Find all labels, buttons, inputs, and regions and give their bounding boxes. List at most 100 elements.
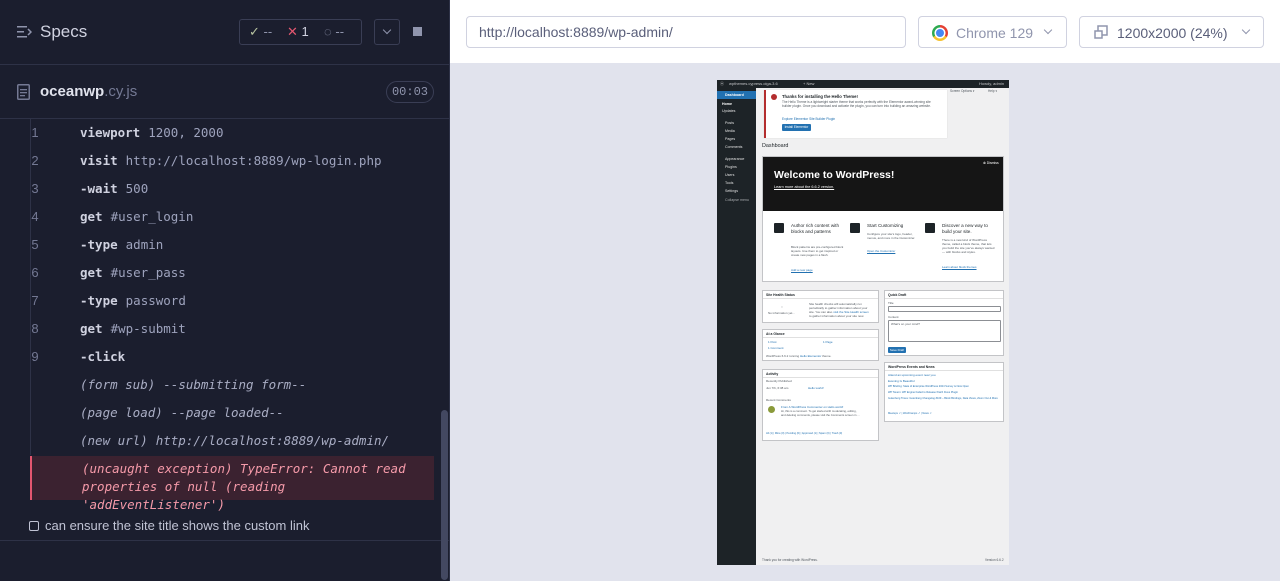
site-health-spinner-icon: ○ [781,305,783,309]
welcome-dismiss[interactable]: ⊗ Dismiss [983,161,999,165]
uncaught-exception-row[interactable]: (uncaught exception) TypeError: Cannot r… [30,456,434,512]
test-row[interactable]: can ensure the site title shows the cust… [0,510,449,541]
customize-icon [850,223,860,233]
wp-at-a-glance-box: At a Glance 1 Post 1 Page 1 Comment Word… [762,329,879,361]
chevron-down-icon [1241,25,1251,35]
command-row[interactable]: 8 get #wp-submit [16,315,434,343]
wp-howdy[interactable]: Howdy, admin [979,81,1004,86]
specs-header: Specs ✓ -- ✕ 1 ◌ -- [0,0,449,65]
aut-panel: http://localhost:8889/wp-admin/ Chrome 1… [450,0,1280,581]
command-row[interactable]: 9 -click [16,343,434,371]
wp-screen-options[interactable]: Screen Options ▾ [950,89,974,93]
specs-title[interactable]: Specs [40,22,87,42]
command-row[interactable]: 1 viewport 1200, 2000 [16,119,434,147]
wp-footer-version: Version 6.6.2 [985,558,1004,562]
aut-header: http://localhost:8889/wp-admin/ Chrome 1… [450,0,1280,64]
reporter-scrollbar[interactable] [441,410,448,580]
browser-selector[interactable]: Chrome 129 [918,16,1067,48]
draft-title-input[interactable] [888,306,1001,312]
chrome-icon [932,25,948,41]
specs-list-icon[interactable] [17,25,32,39]
wp-menu-posts[interactable]: Posts [725,121,734,125]
wp-menu-settings[interactable]: Settings [725,189,738,193]
viewport-icon [1094,25,1108,39]
wp-menu-comments[interactable]: Comments [725,145,742,149]
test-title: can ensure the site title shows the cust… [45,518,310,533]
glance-title: At a Glance [763,330,878,338]
command-row[interactable]: 6 get #user_pass [16,259,434,287]
test-status-icon [29,521,39,531]
command-log: 1 viewport 1200, 2000 2 visit http://localho… [16,119,434,512]
wp-hello-theme-notice: Thanks for installing the Hello Theme! T… [764,90,947,138]
wp-events-box: WordPress Events and News Attend an upco… [884,362,1004,422]
wp-new-link[interactable]: + New [803,81,814,86]
wp-menu-users[interactable]: Users [725,173,734,177]
wp-menu-updates[interactable]: Updates [722,109,735,113]
activity-title: Activity [763,370,878,378]
wp-site-health-box: Site Health Status ○ No information yet.… [762,290,879,323]
file-icon [17,84,30,100]
wp-sidebar: Dashboard Home Updates Posts Media Pages… [717,88,756,565]
wp-logo-icon[interactable]: ⓦ [720,81,724,87]
welcome-header: ⊗ Dismiss Welcome to WordPress! Learn mo… [763,157,1003,211]
theme-icon [925,223,935,233]
error-line-2: properties of null (reading 'addEventLis… [82,479,286,512]
notice-text: The Hello Theme is a lightweight starter… [782,100,931,108]
pending-stat: ◌ -- [324,24,345,39]
reporter-panel: Specs ✓ -- ✕ 1 ◌ -- oceanwp.cy.js 00:03 [0,0,450,581]
wp-help[interactable]: Help ▾ [988,89,997,93]
wp-menu-plugins[interactable]: Plugins [725,165,737,169]
events-title: WordPress Events and News [885,363,1003,371]
avatar [768,406,775,413]
app-under-test-iframe[interactable]: ⓦ wpthemes.cypress.oiga-3.6 + New Howdy,… [717,80,1009,565]
wp-activity-box: Activity Recently Published Jun 7th, 6:3… [762,369,879,441]
wp-menu-pages[interactable]: Pages [725,137,735,141]
wp-menu-dashboard[interactable]: Dashboard [725,93,744,97]
welcome-title: Welcome to WordPress! [774,169,895,181]
spec-file-row[interactable]: oceanwp.cy.js 00:03 [0,65,449,119]
viewport-label: 1200x2000 (24%) [1117,25,1228,41]
command-row[interactable]: 7 -type password [16,287,434,315]
command-row[interactable]: 5 -type admin [16,231,434,259]
wp-menu-appearance[interactable]: Appearance [725,157,744,161]
cross-icon: ✕ [287,24,298,39]
event-row[interactable]: (new url) http://localhost:8889/wp-admin/ [16,427,434,455]
command-row[interactable]: 3 -wait 500 [16,175,434,203]
chevron-down-icon [382,25,392,35]
install-elementor-button[interactable]: Install Elementor [782,124,811,131]
wp-menu-tools[interactable]: Tools [725,181,733,185]
stop-icon [413,27,422,36]
wp-site-name[interactable]: wpthemes.cypress.oiga-3.6 [729,81,778,86]
edit-icon [774,223,784,233]
url-bar[interactable]: http://localhost:8889/wp-admin/ [466,16,906,48]
viewport-selector[interactable]: 1200x2000 (24%) [1079,16,1264,48]
wp-menu-home[interactable]: Home [722,102,732,106]
wp-menu-collapse[interactable]: Collapse menu [725,198,749,202]
browser-label: Chrome 129 [956,25,1034,41]
test-stats: ✓ -- ✕ 1 ◌ -- [239,19,362,45]
wp-admin-bar: ⓦ wpthemes.cypress.oiga-3.6 + New Howdy,… [717,80,1009,88]
save-draft-button[interactable]: Save Draft [888,347,906,353]
wp-welcome-panel: ⊗ Dismiss Welcome to WordPress! Learn mo… [762,156,1004,282]
wp-menu-media[interactable]: Media [725,129,735,133]
spec-file-name: oceanwp.cy.js [40,83,138,100]
spec-duration: 00:03 [386,81,434,103]
error-line-1: (uncaught exception) TypeError: Cannot r… [82,461,406,476]
failed-stat: ✕ 1 [287,24,309,39]
event-row[interactable]: (form sub) --submitting form-- [16,371,434,399]
event-row[interactable]: (page load) --page loaded-- [16,399,434,427]
command-row[interactable]: 4 get #user_login [16,203,434,231]
stop-button[interactable] [404,19,430,45]
notice-link[interactable]: Explore Elementor Site Builder Plugin [782,117,835,121]
wp-footer-thanks: Thank you for creating with WordPress. [762,558,818,562]
cypress-runner: Specs ✓ -- ✕ 1 ◌ -- oceanwp.cy.js 00:03 [0,0,1280,581]
draft-content-textarea[interactable]: What's on your mind? [888,320,1001,342]
quick-draft-title: Quick Draft [885,291,1003,299]
spinner-icon: ◌ [324,24,332,39]
welcome-subtitle[interactable]: Learn more about the 6.6.2 version. [774,185,834,189]
wp-quick-draft-box: Quick Draft Title Content What's on your… [884,290,1004,356]
collapse-dropdown-button[interactable] [374,19,400,45]
chevron-down-icon [1043,25,1053,35]
wp-dashboard-title: Dashboard [762,143,789,149]
command-row[interactable]: 2 visit http://localhost:8889/wp-login.php [16,147,434,175]
